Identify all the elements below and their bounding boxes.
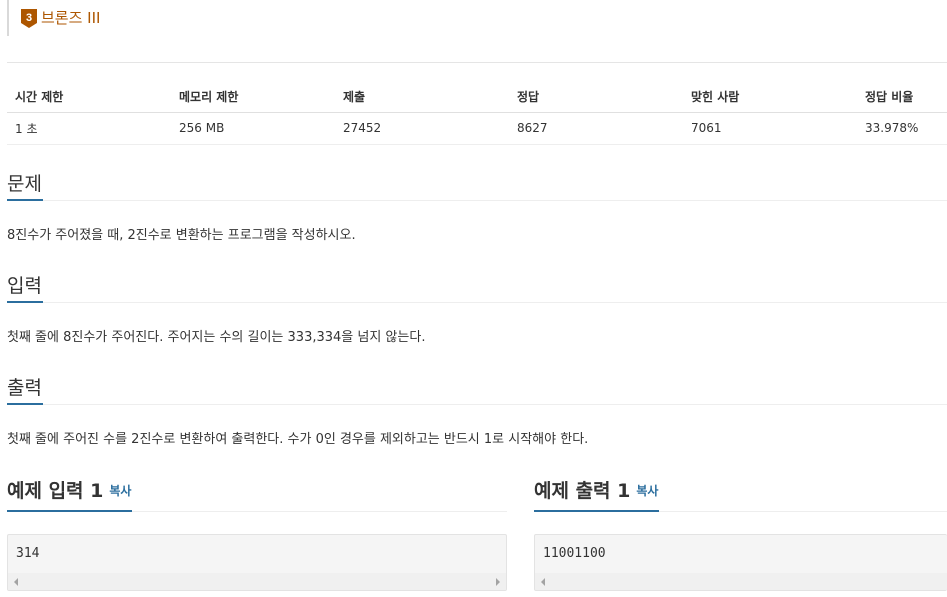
tier-label: 브론즈 III bbox=[41, 9, 101, 27]
stats-header-accepted: 정답 bbox=[509, 82, 683, 113]
problem-stats-table: 시간 제한 메모리 제한 제출 정답 맞힌 사람 정답 비율 1 초 256 M… bbox=[7, 82, 947, 145]
stats-submissions: 27452 bbox=[335, 112, 509, 145]
stats-memory-limit: 256 MB bbox=[171, 112, 335, 145]
stats-header-ratio: 정답 비율 bbox=[857, 82, 947, 113]
problem-description: 8진수가 주어졌을 때, 2진수로 변환하는 프로그램을 작성하시오. bbox=[7, 228, 356, 243]
stats-header-solved-users: 맞힌 사람 bbox=[683, 82, 857, 113]
problem-tier[interactable]: 3 브론즈 III bbox=[21, 9, 100, 28]
stats-solved-users: 7061 bbox=[683, 112, 857, 145]
scroll-left-arrow-icon[interactable] bbox=[14, 578, 18, 586]
input-title-underline bbox=[7, 301, 43, 303]
sample-output-section: 예제 출력 1 복사 11001100 bbox=[534, 476, 947, 591]
output-title-bar: 출력 bbox=[7, 374, 947, 405]
stats-header-row: 시간 제한 메모리 제한 제출 정답 맞힌 사람 정답 비율 bbox=[7, 82, 947, 113]
bronze-tier-icon: 3 bbox=[21, 9, 37, 28]
sample-input-title: 예제 입력 1 복사 bbox=[7, 476, 131, 506]
stats-header-submissions: 제출 bbox=[335, 82, 509, 113]
problem-title-underline bbox=[7, 199, 43, 201]
tier-bar bbox=[7, 0, 9, 36]
stats-value-row: 1 초 256 MB 27452 8627 7061 33.978% bbox=[7, 112, 947, 145]
sample-output-title-underline bbox=[534, 510, 659, 512]
input-section: 입력 첫째 줄에 8진수가 주어진다. 주어지는 수의 길이는 333,334을… bbox=[7, 272, 947, 347]
stats-accepted: 8627 bbox=[509, 112, 683, 145]
problem-title-bar: 문제 bbox=[7, 170, 947, 201]
sample-output-title-bar: 예제 출력 1 복사 bbox=[534, 476, 947, 512]
sample-input-title-text: 예제 입력 1 bbox=[7, 480, 104, 502]
stats-header-time-limit: 시간 제한 bbox=[7, 82, 171, 113]
sample-output-content: 11001100 bbox=[543, 546, 606, 561]
sample-input-title-bar: 예제 입력 1 복사 bbox=[7, 476, 507, 512]
sample-output-box[interactable]: 11001100 bbox=[534, 534, 947, 591]
sample-input-box[interactable]: 314 bbox=[7, 534, 507, 591]
stats-ratio: 33.978% bbox=[857, 112, 947, 145]
output-title-underline bbox=[7, 403, 43, 405]
sample-input-copy-button[interactable]: 복사 bbox=[109, 484, 131, 498]
sample-output-copy-button[interactable]: 복사 bbox=[636, 484, 658, 498]
sample-output-title-text: 예제 출력 1 bbox=[534, 480, 631, 502]
scroll-right-arrow-icon[interactable] bbox=[496, 578, 500, 586]
problem-title: 문제 bbox=[7, 173, 42, 195]
sample-input-content: 314 bbox=[16, 546, 40, 561]
input-description: 첫째 줄에 8진수가 주어진다. 주어지는 수의 길이는 333,334을 넘지… bbox=[7, 330, 426, 345]
sample-input-title-underline bbox=[7, 510, 132, 512]
header-divider bbox=[7, 62, 947, 63]
output-title: 출력 bbox=[7, 377, 42, 399]
output-section: 출력 첫째 줄에 주어진 수를 2진수로 변환하여 출력한다. 수가 0인 경우… bbox=[7, 374, 947, 449]
tier-badge-number: 3 bbox=[26, 12, 32, 24]
input-title-bar: 입력 bbox=[7, 272, 947, 303]
stats-header-memory-limit: 메모리 제한 bbox=[171, 82, 335, 113]
output-description: 첫째 줄에 주어진 수를 2진수로 변환하여 출력한다. 수가 0인 경우를 제… bbox=[7, 432, 589, 447]
problem-section: 문제 8진수가 주어졌을 때, 2진수로 변환하는 프로그램을 작성하시오. bbox=[7, 170, 947, 245]
sample-input-section: 예제 입력 1 복사 314 bbox=[7, 476, 507, 591]
sample-input-scrollbar[interactable] bbox=[8, 573, 506, 590]
input-title: 입력 bbox=[7, 275, 42, 297]
sample-output-title: 예제 출력 1 복사 bbox=[534, 476, 658, 506]
sample-output-scrollbar[interactable] bbox=[535, 573, 947, 590]
scroll-left-arrow-icon[interactable] bbox=[541, 578, 545, 586]
stats-time-limit: 1 초 bbox=[7, 112, 171, 145]
